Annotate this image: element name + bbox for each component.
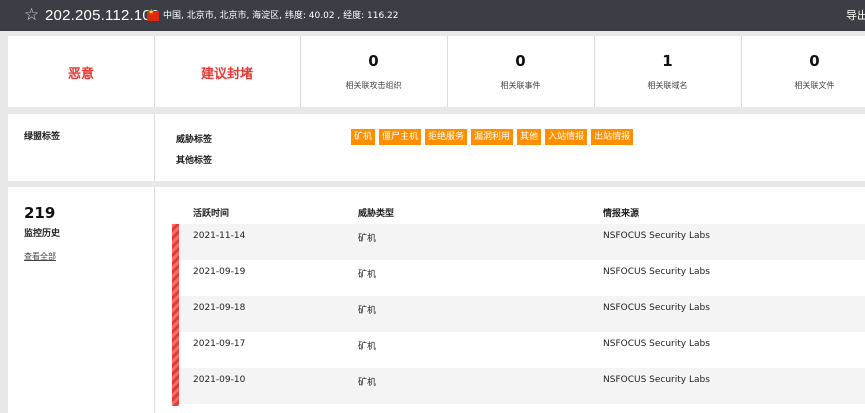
- cell-date: 2021-09-19: [193, 267, 246, 277]
- column-header-type: 威胁类型: [358, 209, 395, 219]
- stat-value-events[interactable]: 0: [447, 52, 594, 70]
- tag-dos[interactable]: 拒绝服务: [425, 129, 468, 145]
- severity-stripe: [172, 224, 179, 406]
- threat-tag-list: 矿机 僵尸主机 拒绝服务 漏洞利用 其他 入站情报 出站情报: [351, 129, 634, 145]
- stat-label-groups: 相关联攻击组织: [345, 81, 402, 90]
- table-row[interactable]: 2021-09-19 矿机 NSFOCUS Security Labs: [172, 260, 865, 296]
- cell-type: 矿机: [358, 306, 377, 316]
- divider: [594, 36, 595, 107]
- cell-type: 矿机: [358, 234, 377, 244]
- export-button[interactable]: 导出: [846, 9, 865, 22]
- cell-source: NSFOCUS Security Labs: [603, 303, 710, 313]
- stat-label-events: 相关联事件: [500, 81, 541, 90]
- verdict-label: 恶意: [67, 67, 94, 82]
- cell-type: 矿机: [358, 270, 377, 280]
- cell-source: NSFOCUS Security Labs: [603, 231, 710, 241]
- ip-address-title: 202.205.112.100: [45, 7, 160, 24]
- location-text: 中国, 北京市, 北京市, 海淀区, 纬度: 40.02 , 经度: 116.2…: [163, 11, 399, 21]
- cell-date: 2021-09-18: [193, 303, 246, 313]
- top-bar: ☆ 202.205.112.100 中国, 北京市, 北京市, 海淀区, 纬度:…: [0, 0, 865, 31]
- cell-source: NSFOCUS Security Labs: [603, 339, 710, 349]
- star-outline-icon[interactable]: ☆: [24, 5, 39, 25]
- tag-botnet[interactable]: 僵尸主机: [379, 129, 422, 145]
- table-row[interactable]: 2021-09-10 矿机 NSFOCUS Security Labs: [172, 368, 865, 404]
- column-header-source: 情报来源: [603, 209, 640, 219]
- tag-exploit[interactable]: 漏洞利用: [471, 129, 514, 145]
- divider: [300, 36, 301, 107]
- cell-date: 2021-09-10: [193, 375, 246, 385]
- tag-mining[interactable]: 矿机: [351, 129, 376, 145]
- tag-other[interactable]: 其他: [517, 129, 542, 145]
- cell-type: 矿机: [358, 342, 377, 352]
- cell-date: 2021-11-14: [193, 231, 246, 241]
- history-count: 219: [24, 204, 56, 222]
- stat-value-files[interactable]: 0: [741, 52, 865, 70]
- table-row[interactable]: 2021-11-14 矿机 NSFOCUS Security Labs: [172, 224, 865, 260]
- view-all-link[interactable]: 查看全部: [24, 251, 56, 262]
- tag-outbound[interactable]: 出站情报: [591, 129, 634, 145]
- stat-label-domains: 相关联域名: [647, 81, 688, 90]
- tag-inbound[interactable]: 入站情报: [545, 129, 588, 145]
- other-tags-label: 其他标签: [176, 156, 213, 166]
- column-header-time: 活跃时间: [193, 209, 230, 219]
- table-row[interactable]: 2021-09-17 矿机 NSFOCUS Security Labs: [172, 332, 865, 368]
- china-flag-icon: [147, 8, 159, 21]
- advice-label: 建议封堵: [200, 67, 253, 82]
- cell-source: NSFOCUS Security Labs: [603, 375, 710, 385]
- stat-value-groups[interactable]: 0: [300, 52, 447, 70]
- cell-type: 矿机: [358, 378, 377, 388]
- divider: [741, 36, 742, 107]
- tags-section-label: 绿盟标签: [24, 132, 61, 142]
- stat-label-files: 相关联文件: [794, 81, 835, 90]
- divider: [154, 187, 155, 413]
- divider: [154, 114, 155, 181]
- history-label: 监控历史: [24, 229, 61, 239]
- threat-tags-label: 威胁标签: [176, 135, 213, 145]
- cell-source: NSFOCUS Security Labs: [603, 267, 710, 277]
- tags-card: [8, 114, 865, 181]
- divider: [447, 36, 448, 107]
- cell-date: 2021-09-17: [193, 339, 246, 349]
- stat-value-domains[interactable]: 1: [594, 52, 741, 70]
- table-row[interactable]: 2021-09-18 矿机 NSFOCUS Security Labs: [172, 296, 865, 332]
